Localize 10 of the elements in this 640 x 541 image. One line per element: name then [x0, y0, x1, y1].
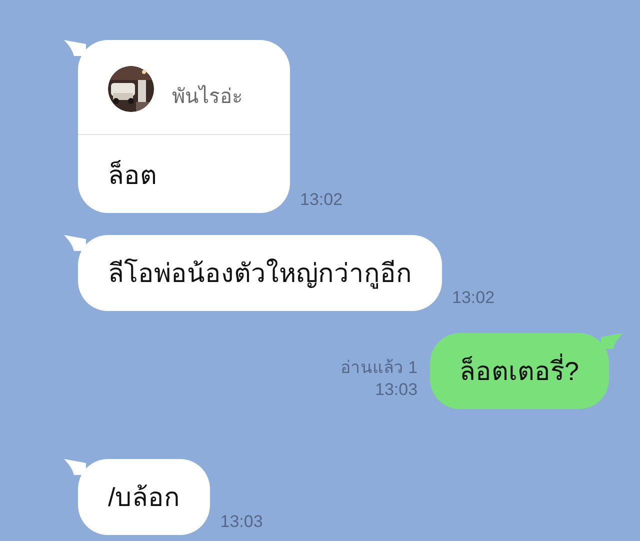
message-time: 13:02 — [452, 287, 495, 309]
message-time: 13:02 — [300, 189, 343, 211]
read-receipt: อ่านแล้ว 1 — [340, 357, 418, 379]
message-text: /บล้อก — [107, 481, 182, 514]
message-text: ล็อตเตอรี่? — [430, 333, 609, 409]
message-time: 13:03 — [374, 379, 418, 401]
quoted-author: พันไรอ่ะ — [172, 84, 243, 110]
message-text: ล็อต — [107, 159, 158, 192]
message-text: ลีโอพ่อน้องตัวใหญ่กว่ากูอีก — [107, 257, 413, 291]
message-time: 13:03 — [220, 511, 263, 533]
